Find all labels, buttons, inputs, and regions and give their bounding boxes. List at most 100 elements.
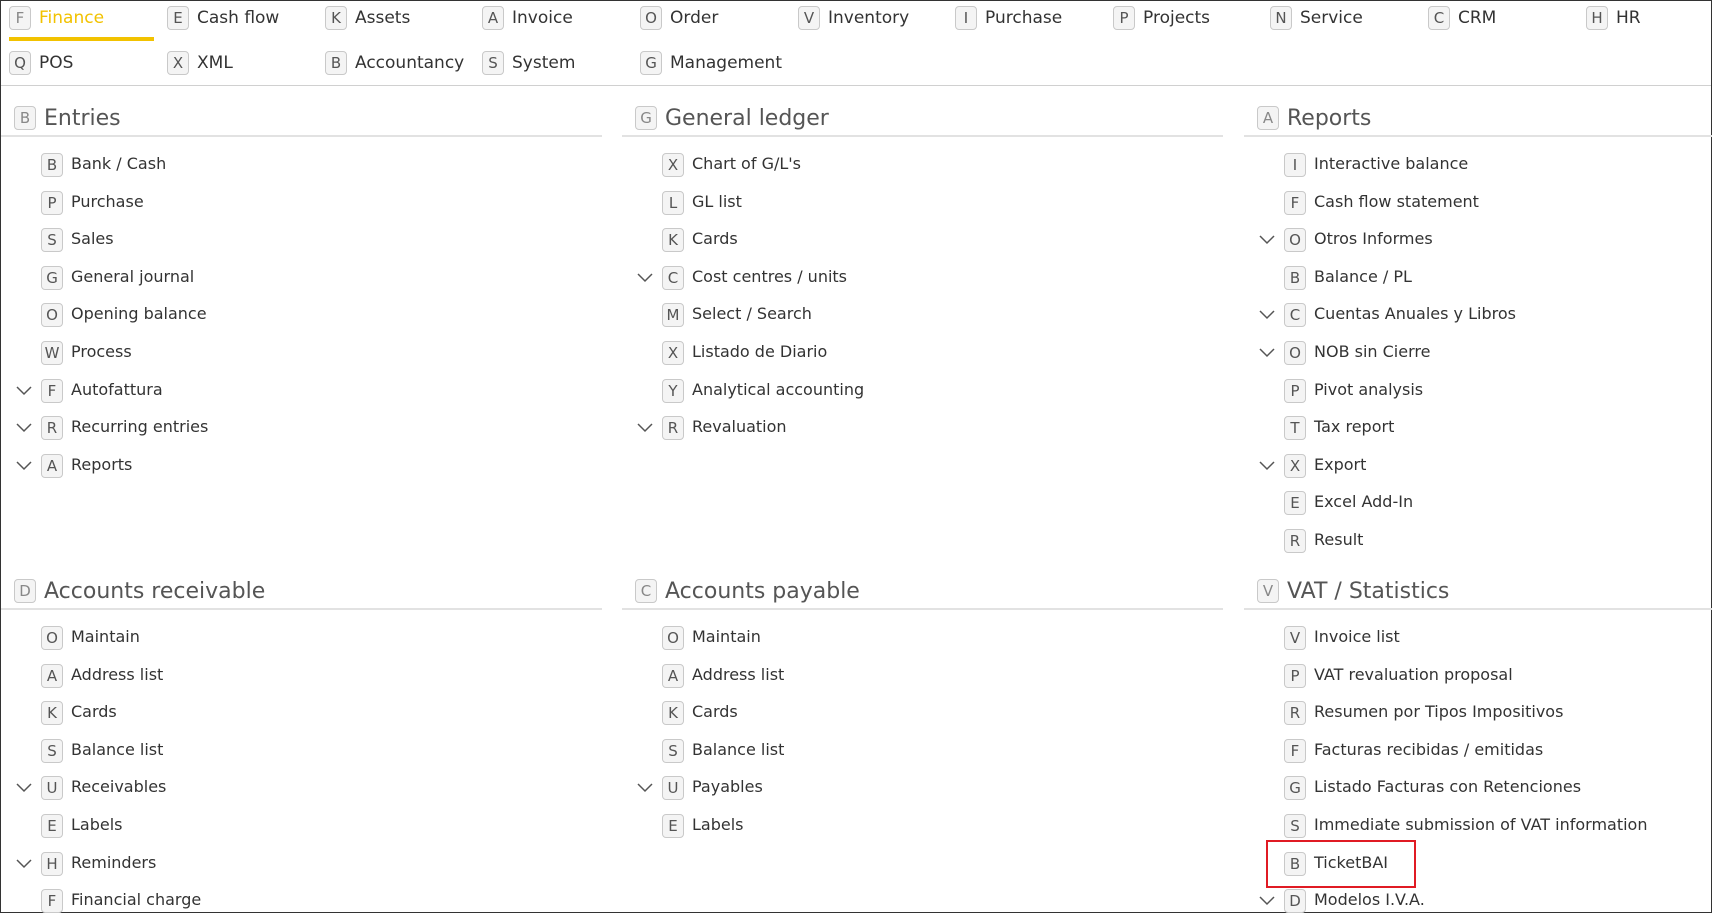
chevron-down-icon[interactable] [1258,344,1276,362]
menu-item-purchase[interactable]: P Purchase [1,188,521,218]
chevron-down-icon[interactable] [636,779,654,797]
chevron-down-icon[interactable] [15,419,33,437]
chevron-down-icon[interactable] [636,269,654,287]
menu-item-balance-list[interactable]: S Balance list [622,736,1142,766]
menu-item-balance-pl[interactable]: B Balance / PL [1244,263,1712,293]
menu-item-select-search[interactable]: M Select / Search [622,300,1142,330]
menu-item-label: Purchase [71,191,144,211]
menu-item-cards[interactable]: K Cards [1,698,521,728]
menu-item-cards[interactable]: K Cards [622,225,1142,255]
menu-item-gl-list[interactable]: L GL list [622,188,1142,218]
nav-tab-projects[interactable]: P Projects [1113,5,1210,31]
chevron-down-icon[interactable] [636,419,654,437]
menu-item-listado-facturas-con-retenciones[interactable]: G Listado Facturas con Retenciones [1244,773,1712,803]
menu-item-result[interactable]: R Result [1244,526,1712,556]
chevron-down-icon[interactable] [1258,892,1276,910]
chevron-down-icon[interactable] [15,382,33,400]
nav-tab-accountancy[interactable]: B Accountancy [325,50,464,76]
menu-item-sales[interactable]: S Sales [1,225,521,255]
shortcut-key: K [41,701,63,726]
menu-item-maintain[interactable]: O Maintain [1,623,521,653]
menu-item-opening-balance[interactable]: O Opening balance [1,300,521,330]
menu-item-reports[interactable]: A Reports [1,451,521,481]
shortcut-key: F [1284,738,1306,763]
menu-item-excel-add-in[interactable]: E Excel Add-In [1244,488,1712,518]
section-reports: A Reports I Interactive balance F Cash flow s… [1244,101,1712,553]
section-title: Accounts payable [665,578,860,604]
menu-item-general-journal[interactable]: G General journal [1,263,521,293]
section-header[interactable]: D Accounts receivable [1,574,602,610]
nav-tab-invoice[interactable]: A Invoice [482,5,573,31]
menu-item-balance-list[interactable]: S Balance list [1,736,521,766]
menu-item-labels[interactable]: E Labels [1,811,521,841]
chevron-down-icon[interactable] [15,457,33,475]
menu-item-reminders[interactable]: H Reminders [1,849,521,879]
menu-item-facturas-recibidas-emitidas[interactable]: F Facturas recibidas / emitidas [1244,736,1712,766]
nav-tab-purchase[interactable]: I Purchase [955,5,1062,31]
chevron-down-icon[interactable] [15,779,33,797]
menu-item-nob-sin-cierre[interactable]: O NOB sin Cierre [1244,338,1712,368]
nav-tab-system[interactable]: S System [482,50,575,76]
menu-item-address-list[interactable]: A Address list [622,661,1142,691]
menu-item-revaluation[interactable]: R Revaluation [622,413,1142,443]
section-header[interactable]: V VAT / Statistics [1244,574,1712,610]
shortcut-key: G [41,265,63,290]
menu-item-financial-charge[interactable]: F Financial charge [1,886,521,916]
menu-item-payables[interactable]: U Payables [622,773,1142,803]
menu-item-receivables[interactable]: U Receivables [1,773,521,803]
menu-item-label: Address list [692,664,785,684]
menu-item-label: Modelos I.V.A. [1314,890,1425,910]
menu-item-recurring-entries[interactable]: R Recurring entries [1,413,521,443]
chevron-down-icon[interactable] [1258,306,1276,324]
menu-item-immediate-submission-of-vat-information[interactable]: S Immediate submission of VAT information [1244,811,1712,841]
nav-tab-cash-flow[interactable]: E Cash flow [167,5,279,31]
chevron-down-icon[interactable] [1258,457,1276,475]
menu-item-label: Otros Informes [1314,229,1433,249]
nav-tab-assets[interactable]: K Assets [325,5,410,31]
menu-item-modelos-i-v-a[interactable]: D Modelos I.V.A. [1244,886,1712,916]
menu-item-maintain[interactable]: O Maintain [622,623,1142,653]
menu-item-label: NOB sin Cierre [1314,342,1431,361]
nav-tab-label: Accountancy [355,53,465,73]
menu-item-chart-of-g-l-s[interactable]: X Chart of G/L's [622,150,1142,180]
section-vat-statistics: V VAT / Statistics V Invoice list P VAT reval… [1244,574,1712,914]
menu-item-process[interactable]: W Process [1,338,521,368]
menu-item-autofattura[interactable]: F Autofattura [1,376,521,406]
menu-item-labels[interactable]: E Labels [622,811,1142,841]
nav-tab-inventory[interactable]: V Inventory [798,5,909,31]
chevron-down-icon[interactable] [15,855,33,873]
menu-item-listado-de-diario[interactable]: X Listado de Diario [622,338,1142,368]
menu-item-analytical-accounting[interactable]: Y Analytical accounting [622,376,1142,406]
nav-tab-management[interactable]: G Management [640,50,782,76]
menu-item-label: VAT revaluation proposal [1314,664,1513,684]
menu-item-resumen-por-tipos-impositivos[interactable]: R Resumen por Tipos Impositivos [1244,698,1712,728]
section-header[interactable]: G General ledger [622,101,1223,137]
nav-tab-hr[interactable]: H HR [1586,5,1641,31]
menu-item-cards[interactable]: K Cards [622,698,1142,728]
section-header[interactable]: B Entries [1,101,602,137]
nav-tab-finance[interactable]: F Finance [9,5,155,41]
shortcut-key: B [41,153,63,177]
menu-item-otros-informes[interactable]: O Otros Informes [1244,225,1712,255]
menu-item-cost-centres-units[interactable]: C Cost centres / units [622,263,1142,293]
nav-tab-pos[interactable]: Q POS [9,50,73,76]
chevron-down-icon[interactable] [1258,231,1276,249]
menu-item-export[interactable]: X Export [1244,451,1712,481]
nav-tab-xml[interactable]: X XML [167,50,233,76]
section-header[interactable]: A Reports [1244,101,1712,137]
nav-tab-order[interactable]: O Order [640,5,718,31]
shortcut-key: T [1284,416,1306,441]
menu-item-pivot-analysis[interactable]: P Pivot analysis [1244,376,1712,406]
menu-item-address-list[interactable]: A Address list [1,661,521,691]
menu-item-tax-report[interactable]: T Tax report [1244,413,1712,443]
menu-item-interactive-balance[interactable]: I Interactive balance [1244,150,1712,180]
menu-item-bank-cash[interactable]: B Bank / Cash [1,150,521,180]
section-header[interactable]: C Accounts payable [622,574,1223,610]
menu-item-invoice-list[interactable]: V Invoice list [1244,623,1712,653]
menu-item-vat-revaluation-proposal[interactable]: P VAT revaluation proposal [1244,661,1712,691]
shortcut-key: A [41,453,63,478]
nav-tab-service[interactable]: N Service [1270,5,1363,31]
nav-tab-crm[interactable]: C CRM [1428,5,1496,31]
menu-item-cuentas-anuales-y-libros[interactable]: C Cuentas Anuales y Libros [1244,300,1712,330]
menu-item-cash-flow-statement[interactable]: F Cash flow statement [1244,188,1712,218]
